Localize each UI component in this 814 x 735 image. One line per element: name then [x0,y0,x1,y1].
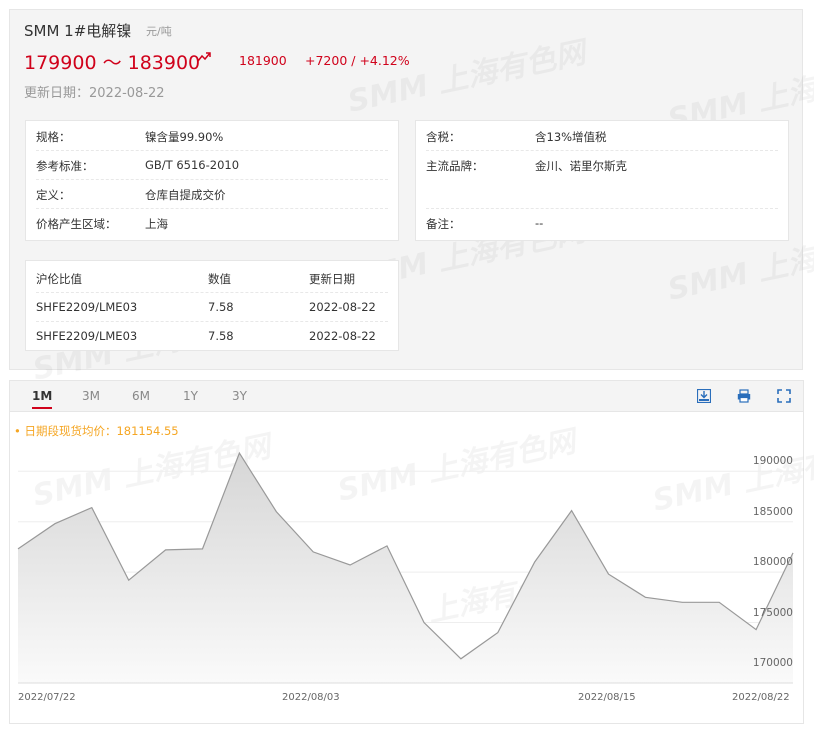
spec-value: 金川、诺里尔斯克 [535,159,627,173]
spec-value: -- [535,216,544,230]
ratio-table: 沪伦比值 数值 更新日期 SHFE2209/LME03 7.58 2022-08… [25,260,399,351]
spec-table-left: 规格： 镍含量99.90% 参考标准： GB/T 6516-2010 定义： 仓… [25,120,399,241]
data-point[interactable] [754,628,758,632]
ratio-header-row: 沪伦比值 数值 更新日期 [36,263,388,293]
table-row: SHFE2209/LME03 7.58 2022-08-22 [36,292,388,322]
data-point[interactable] [16,547,20,551]
price-change: +7200 / +4.12% [305,53,410,68]
ratio-cell: 2022-08-22 [309,329,376,343]
data-point[interactable] [237,451,241,455]
spec-label: 规格： [36,130,71,144]
data-point[interactable] [90,506,94,510]
spec-label: 主流品牌： [426,159,484,173]
data-point[interactable] [459,657,463,661]
spec-row: 主流品牌： 金川、诺里尔斯克 [426,150,778,209]
spec-row: 参考标准： GB/T 6516-2010 [36,150,388,180]
spec-label: 备注： [426,217,461,231]
table-row: SHFE2209/LME03 7.58 2022-08-22 [36,321,388,350]
spec-row: 含税： 含13%增值税 [426,121,778,151]
spec-row: 价格产生区域： 上海 [36,208,388,237]
price-unit: 元/吨 [146,25,172,38]
y-tick-label: 175000 [752,606,793,619]
ratio-cell: SHFE2209/LME03 [36,300,138,314]
price-area-chart [16,451,795,684]
spec-row: 规格： 镍含量99.90% [36,121,388,151]
data-point[interactable] [791,551,795,555]
data-point[interactable] [274,510,278,514]
data-point[interactable] [422,621,426,625]
data-point[interactable] [533,560,537,564]
data-point[interactable] [385,544,389,548]
ratio-header: 数值 [208,272,231,286]
data-point[interactable] [201,547,205,551]
watermark: SMM 上海有色网 [343,27,589,120]
spec-row: 定义： 仓库自提成交价 [36,179,388,209]
spec-value: GB/T 6516-2010 [145,158,240,172]
data-point[interactable] [127,578,131,582]
data-point[interactable] [606,572,610,576]
ratio-cell: 7.58 [208,300,234,314]
x-tick-label: 2022/08/22 [732,692,790,703]
ratio-cell: 2022-08-22 [309,300,376,314]
x-tick-label: 2022/08/03 [282,692,340,703]
y-tick-label: 190000 [752,455,793,468]
ratio-cell: 7.58 [208,329,234,343]
price-up-icon [197,52,211,62]
price-range: 179900 ～ 183900 [24,52,201,74]
spec-value: 含13%增值税 [535,130,607,144]
ratio-header: 沪伦比值 [36,272,82,286]
spec-value: 仓库自提成交价 [145,188,226,202]
data-point[interactable] [348,563,352,567]
y-tick-label: 180000 [752,556,793,569]
y-tick-label: 185000 [752,505,793,518]
spec-table-right: 含税： 含13%增值税 主流品牌： 金川、诺里尔斯克 备注： -- [415,120,789,241]
x-tick-label: 2022/08/15 [578,692,636,703]
x-tick-label: 2022/07/22 [18,692,76,703]
data-point[interactable] [53,522,57,526]
data-point[interactable] [311,550,315,554]
data-point[interactable] [164,548,168,552]
average-price: 181900 [239,53,287,68]
data-point[interactable] [680,600,684,604]
spec-label: 定义： [36,188,71,202]
spec-value: 镍含量99.90% [145,130,224,144]
data-point[interactable] [496,631,500,635]
spec-row: 备注： -- [426,208,778,237]
product-title: SMM 1#电解镍 [24,22,132,40]
ratio-header: 更新日期 [309,272,355,286]
spec-value: 上海 [145,217,168,231]
spec-label: 含税： [426,130,461,144]
price-chart-panel: 1M 3M 6M 1Y 3Y SMM 上海有色网 SMM 上海有色网 SMM 上… [9,380,814,724]
price-summary-panel: SMM 上海有色网 SMM 上海有色网 SMM 上海有色网 SMM 上海有色网 … [9,9,814,388]
spec-label: 参考标准： [36,159,94,173]
data-point[interactable] [643,595,647,599]
update-date: 更新日期：2022-08-22 [24,86,165,101]
ratio-cell: SHFE2209/LME03 [36,329,138,343]
price-area-fill [18,453,793,683]
data-point[interactable] [717,600,721,604]
data-point[interactable] [570,509,574,513]
y-tick-label: 170000 [752,656,793,669]
spec-label: 价格产生区域： [36,217,117,231]
